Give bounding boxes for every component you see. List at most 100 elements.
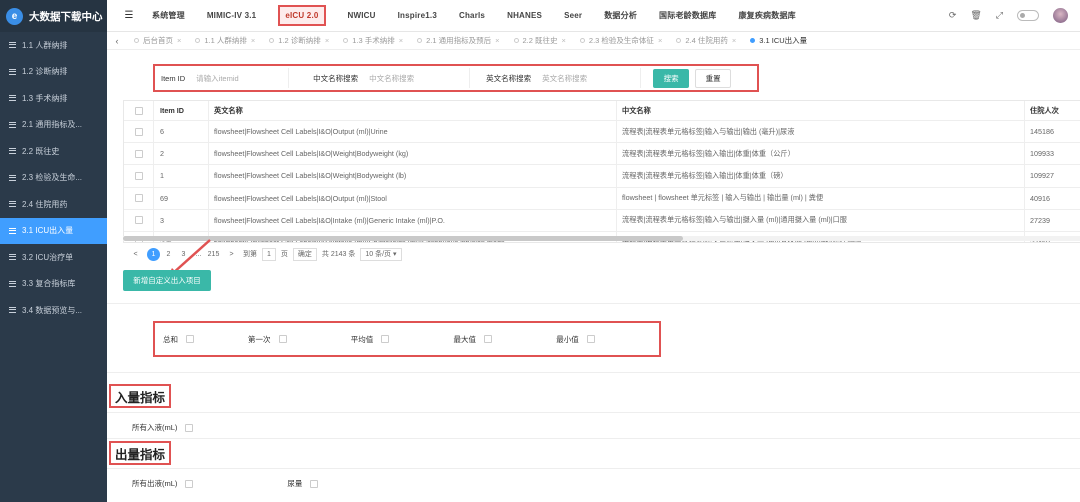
row-checkbox[interactable] — [134, 216, 143, 225]
aggregation-checkbox[interactable] — [278, 335, 287, 343]
close-icon[interactable]: × — [562, 36, 566, 45]
tab-item[interactable]: 2.1 通用指标及预后 × — [410, 35, 506, 46]
metric-checkbox[interactable] — [185, 423, 194, 432]
top-nav-item[interactable]: Inspire1.3 — [387, 0, 448, 31]
close-icon[interactable]: × — [732, 36, 736, 45]
sidebar-item[interactable]: 1.3 手术纳排 — [0, 85, 107, 112]
close-icon[interactable]: × — [399, 36, 403, 45]
row-checkbox[interactable] — [134, 171, 143, 180]
confirm-button[interactable]: 确定 — [292, 247, 317, 261]
page-number[interactable]: ... — [192, 248, 205, 261]
tab-item[interactable]: 1.1 人群纳排 × — [188, 35, 262, 46]
row-checkbox-cell[interactable] — [124, 143, 154, 165]
row-checkbox-cell[interactable] — [124, 187, 154, 209]
page-number[interactable]: 3 — [177, 248, 190, 261]
row-checkbox-cell[interactable] — [124, 209, 154, 231]
fullscreen-icon[interactable]: ⤢ — [996, 10, 1003, 21]
sidebar-item[interactable]: 2.1 通用指标及... — [0, 112, 107, 139]
aggregation-option[interactable]: 最小值 — [556, 334, 659, 345]
aggregation-checkbox[interactable] — [586, 335, 595, 343]
sidebar-item-label: 2.1 通用指标及... — [22, 120, 83, 130]
sidebar-item[interactable]: 3.1 ICU出入量 — [0, 217, 107, 244]
top-nav-item[interactable]: 系统管理 — [141, 0, 196, 31]
goto-input[interactable]: 1 — [262, 247, 276, 261]
table-row[interactable]: 3 flowsheet|Flowsheet Cell Labels|I&O|Int… — [124, 209, 1080, 232]
row-checkbox-cell[interactable] — [124, 165, 154, 187]
tab-item[interactable]: 3.1 ICU出入量 — [743, 35, 814, 46]
top-nav-item[interactable]: 数据分析 — [593, 0, 648, 31]
page-number[interactable]: 215 — [207, 248, 220, 261]
header-checkbox-cell[interactable] — [124, 101, 154, 120]
avatar[interactable] — [1053, 8, 1068, 23]
cn-name-input[interactable]: 中文名称搜索 — [364, 68, 471, 88]
top-nav-item[interactable]: NWICU — [337, 0, 387, 31]
metric-checkbox[interactable] — [185, 479, 194, 488]
close-icon[interactable]: × — [177, 36, 181, 45]
close-icon[interactable]: × — [658, 36, 662, 45]
theme-toggle[interactable] — [1017, 10, 1039, 21]
metric-option[interactable]: 所有出液(mL) — [132, 478, 194, 489]
tab-item[interactable]: 1.3 手术纳排 × — [336, 35, 410, 46]
metric-checkbox[interactable] — [310, 479, 319, 488]
metric-option[interactable]: 尿量 — [287, 478, 319, 489]
top-nav-item[interactable]: 康复疾病数据库 — [727, 0, 806, 31]
refresh-icon[interactable]: ⟳ — [949, 10, 957, 21]
sidebar-item[interactable]: 1.1 人群纳排 — [0, 32, 107, 59]
sidebar-item[interactable]: 1.2 诊断纳排 — [0, 59, 107, 86]
page-number[interactable]: 2 — [162, 248, 175, 261]
tab-item[interactable]: 2.2 既往史 × — [507, 35, 573, 46]
tab-item[interactable]: 2.3 检验及生命体征 × — [573, 35, 669, 46]
table-row[interactable]: 6 flowsheet|Flowsheet Cell Labels|I&O|Out… — [124, 121, 1080, 144]
reset-button[interactable]: 重置 — [695, 68, 732, 88]
top-nav-item[interactable]: Seer — [553, 0, 593, 31]
close-icon[interactable]: × — [495, 36, 499, 45]
en-name-input[interactable]: 英文名称搜索 — [537, 68, 642, 88]
top-nav-item[interactable]: 国际老龄数据库 — [648, 0, 727, 31]
aggregation-option[interactable]: 总和 — [163, 334, 248, 345]
table-row[interactable]: 69 flowsheet|Flowsheet Cell Labels|I&O|Ou… — [124, 187, 1080, 210]
sidebar-item[interactable]: 3.4 数据预览与... — [0, 297, 107, 324]
page-size-select[interactable]: 10 条/页 ▾ — [360, 247, 402, 261]
sidebar-item[interactable]: 2.4 住院用药 — [0, 191, 107, 218]
aggregation-checkbox[interactable] — [381, 335, 390, 343]
hamburger-icon[interactable]: ☰ — [117, 10, 141, 21]
top-nav-label: MIMIC-IV 3.1 — [206, 11, 257, 20]
page-number[interactable]: 1 — [147, 247, 160, 261]
trash-icon[interactable]: 🗑 — [970, 10, 981, 21]
tab-item[interactable]: 1.2 诊断纳排 × — [262, 35, 336, 46]
top-nav-item[interactable]: MIMIC-IV 3.1 — [196, 0, 268, 31]
select-all-checkbox[interactable] — [134, 106, 143, 115]
top-nav-item[interactable]: Charls — [448, 0, 496, 31]
table-row[interactable]: 1 flowsheet|Flowsheet Cell Labels|I&O|Wei… — [124, 165, 1080, 188]
sidebar-item[interactable]: 3.2 ICU治疗单 — [0, 244, 107, 271]
row-checkbox[interactable] — [134, 194, 143, 203]
aggregation-option[interactable]: 最大值 — [454, 334, 557, 345]
sidebar-item[interactable]: 2.3 检验及生命... — [0, 165, 107, 192]
list-icon — [9, 201, 16, 208]
tab-item[interactable]: 2.4 住院用药 × — [669, 35, 743, 46]
close-icon[interactable]: × — [251, 36, 255, 45]
sidebar-item[interactable]: 2.2 既往史 — [0, 138, 107, 165]
add-custom-item-button[interactable]: 新增自定义出入项目 — [123, 270, 211, 291]
itemid-input[interactable]: 请输入itemid — [191, 68, 290, 88]
row-checkbox-cell[interactable] — [124, 121, 154, 143]
aggregation-checkbox[interactable] — [186, 335, 194, 343]
tab-item[interactable]: 后台首页 × — [127, 35, 188, 46]
row-checkbox[interactable] — [134, 149, 143, 158]
aggregation-checkbox[interactable] — [484, 335, 493, 343]
close-icon[interactable]: × — [325, 36, 329, 45]
table-scrollbar[interactable] — [123, 236, 1080, 241]
aggregation-option[interactable]: 平均值 — [351, 334, 454, 345]
next-page-button[interactable]: > — [225, 248, 238, 261]
search-button[interactable]: 搜索 — [653, 68, 690, 88]
metric-option[interactable]: 所有入液(mL) — [132, 422, 194, 433]
top-nav-item[interactable]: NHANES — [496, 0, 553, 31]
top-nav-item[interactable]: eICU 2.0 — [267, 0, 336, 31]
aggregation-option[interactable]: 第一次 — [248, 334, 351, 345]
sidebar-item[interactable]: 3.3 复合指标库 — [0, 271, 107, 298]
table-row[interactable]: 2 flowsheet|Flowsheet Cell Labels|I&O|Wei… — [124, 143, 1080, 166]
row-checkbox[interactable] — [134, 127, 143, 136]
tab-dot-icon — [579, 38, 585, 43]
chevron-left-icon[interactable]: ‹ — [107, 36, 127, 46]
prev-page-button[interactable]: < — [129, 248, 142, 261]
